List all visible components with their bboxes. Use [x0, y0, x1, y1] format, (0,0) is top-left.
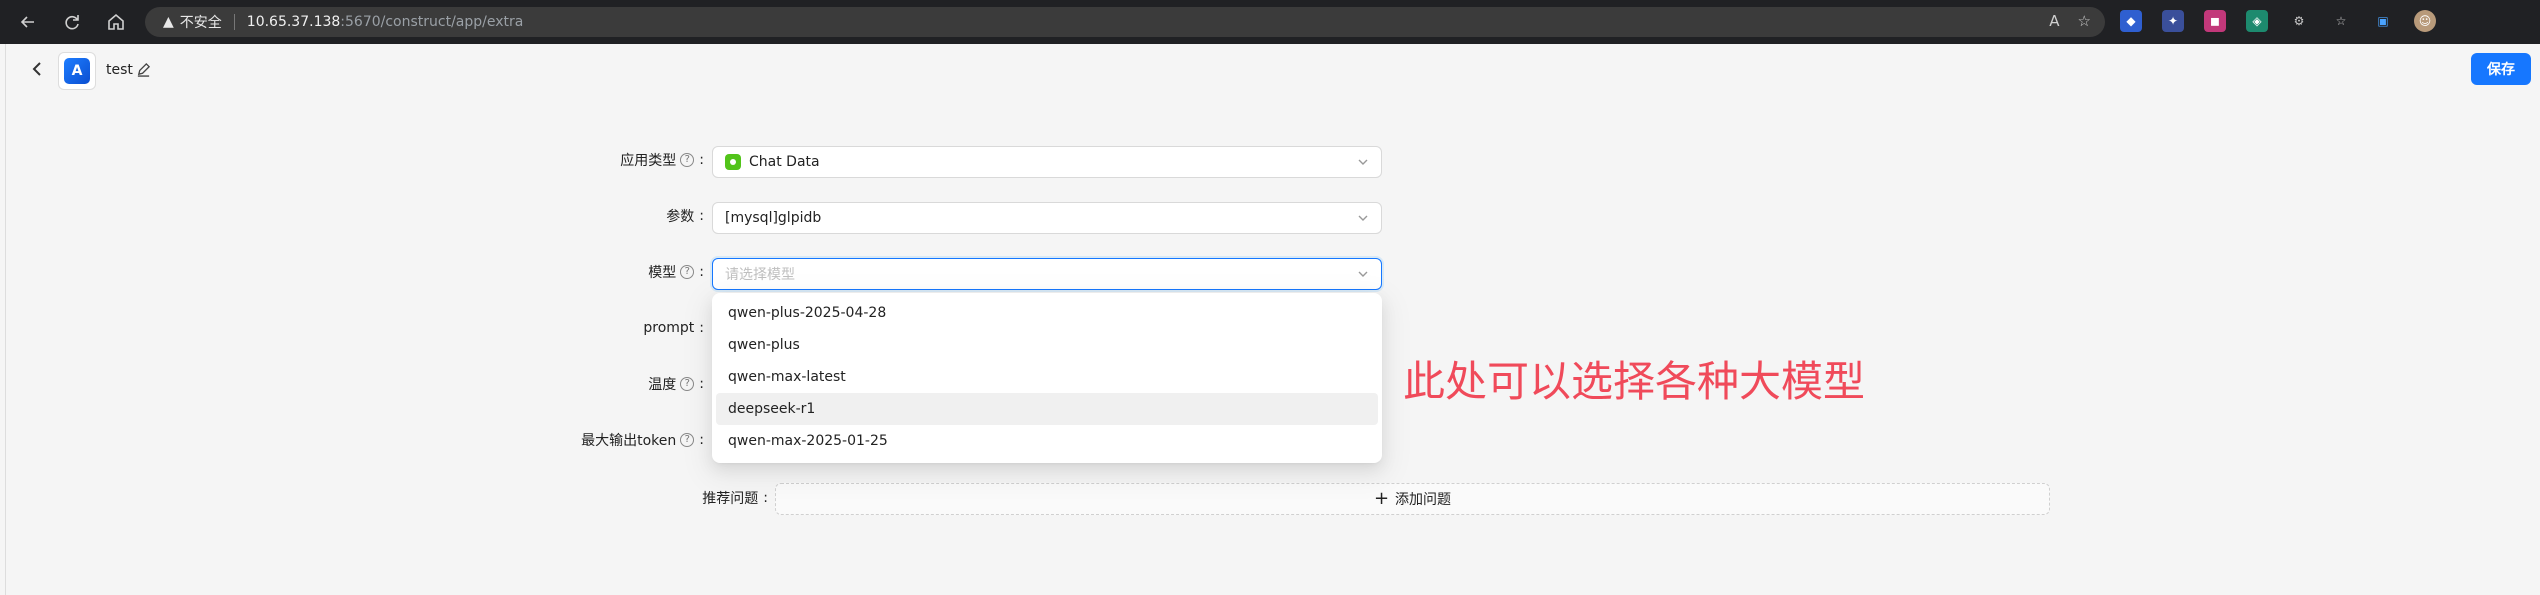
favorites-icon[interactable]: ☆	[2330, 10, 2352, 32]
pink-extension-icon[interactable]: ◼	[2204, 10, 2226, 32]
chevron-down-icon	[1358, 271, 1368, 277]
chevron-down-icon	[1358, 215, 1368, 221]
prompt-label: prompt:	[643, 320, 704, 336]
puzzle-extensions-icon[interactable]: ⚙	[2288, 10, 2310, 32]
chat-data-icon	[725, 154, 741, 170]
model-dropdown: qwen-plus-2025-04-28 qwen-plus qwen-max-…	[712, 293, 1382, 463]
save-button[interactable]: 保存	[2471, 53, 2531, 85]
app-logo: A	[58, 52, 96, 90]
temperature-label: 温度 ?:	[648, 376, 704, 393]
address-bar[interactable]: ▲ 不安全 10.65.37.138 :5670/construct/app/e…	[145, 7, 2105, 37]
recommended-label: 推荐问题:	[702, 490, 768, 507]
address-divider	[233, 14, 235, 30]
url-path: :5670/construct/app/extra	[340, 14, 524, 30]
security-label: 不安全	[179, 15, 222, 31]
add-question-button[interactable]: + 添加问题	[775, 483, 2050, 515]
app-header: A test 保存	[6, 44, 2540, 94]
url-host: 10.65.37.138	[246, 14, 341, 30]
warning-icon: ▲	[163, 14, 174, 30]
params-label-text: 参数	[666, 209, 695, 225]
home-icon[interactable]	[96, 0, 136, 44]
app-type-label: 应用类型 ?:	[620, 152, 704, 169]
bird-extension-icon[interactable]: ✦	[2162, 10, 2184, 32]
collections-icon[interactable]: ▣	[2372, 10, 2394, 32]
help-icon[interactable]: ?	[680, 265, 695, 279]
model-label-text: 模型	[648, 265, 677, 281]
plus-icon: +	[1373, 488, 1390, 509]
app-type-select[interactable]: Chat Data	[712, 146, 1382, 178]
read-aloud-icon[interactable]: A	[2049, 12, 2059, 30]
edit-pencil-icon[interactable]	[136, 62, 151, 77]
app-type-value: Chat Data	[749, 154, 820, 170]
model-label: 模型 ?:	[648, 264, 704, 281]
help-icon[interactable]: ?	[680, 153, 695, 167]
model-option[interactable]: qwen-plus-2025-04-28	[716, 297, 1378, 329]
favorite-star-icon[interactable]: ☆	[2078, 12, 2091, 30]
recommended-label-text: 推荐问题	[702, 491, 759, 507]
help-icon[interactable]: ?	[680, 433, 695, 447]
chevron-down-icon	[1358, 159, 1368, 165]
app-name: test	[106, 62, 133, 78]
params-select[interactable]: [mysql]glpidb	[712, 202, 1382, 234]
help-icon[interactable]: ?	[680, 377, 695, 391]
model-option[interactable]: qwen-plus	[716, 329, 1378, 361]
max-tokens-label: 最大输出token ?:	[581, 432, 704, 449]
chevron-left-icon[interactable]	[28, 60, 46, 78]
app-logo-mark: A	[64, 58, 90, 84]
model-option-highlighted[interactable]: deepseek-r1	[716, 393, 1378, 425]
layers-extension-icon[interactable]: ◈	[2246, 10, 2268, 32]
model-select[interactable]: 请选择模型	[712, 258, 1382, 290]
prompt-label-text: prompt	[643, 320, 695, 336]
browser-toolbar: ▲ 不安全 10.65.37.138 :5670/construct/app/e…	[0, 0, 2540, 44]
model-option[interactable]: qwen-max-2025-01-25	[716, 425, 1378, 457]
params-label: 参数:	[666, 208, 704, 225]
app-type-label-text: 应用类型	[620, 153, 677, 169]
refresh-icon[interactable]	[52, 0, 92, 44]
back-arrow-icon[interactable]	[8, 0, 48, 44]
params-value: [mysql]glpidb	[725, 210, 822, 226]
app-page: A test 保存 应用类型 ?: Chat Data 参数: [mysql]g…	[5, 44, 2540, 595]
model-placeholder: 请选择模型	[725, 267, 795, 283]
model-option[interactable]: qwen-max-latest	[716, 361, 1378, 393]
temperature-label-text: 温度	[648, 377, 677, 393]
add-question-label: 添加问题	[1395, 492, 1452, 508]
profile-avatar[interactable]: ☺	[2414, 10, 2436, 32]
annotation-text: 此处可以选择各种大模型	[1403, 357, 1866, 406]
max-tokens-label-text: 最大输出token	[581, 433, 677, 449]
shield-extension-icon[interactable]: ◆	[2120, 10, 2142, 32]
